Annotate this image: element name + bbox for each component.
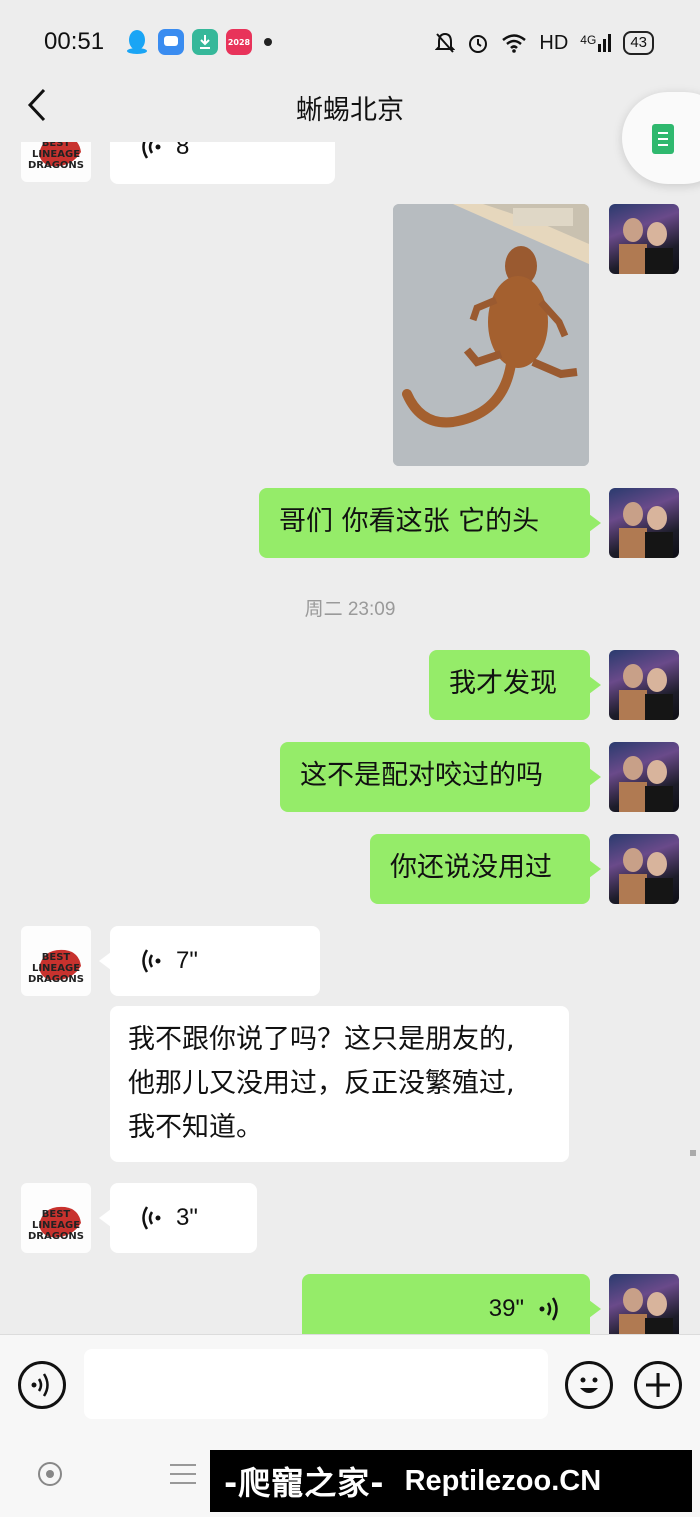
message-text: 哥们 你看这张 它的头 — [279, 506, 540, 537]
voice-wave-icon — [142, 949, 161, 973]
message-text: 我才发现 — [449, 668, 557, 699]
watermark-chinese: -爬寵之家- — [224, 1464, 385, 1502]
message-line: 我不知道。 — [128, 1112, 263, 1143]
avatar-photo — [619, 502, 673, 558]
voice-wave-icon — [31, 1373, 49, 1397]
home-button[interactable] — [38, 1462, 62, 1486]
status-indicators: HD 4G 43 — [435, 28, 654, 58]
status-app-icons: 2028 — [124, 28, 272, 56]
svg-text:BEST: BEST — [42, 952, 71, 963]
my-avatar[interactable] — [609, 1274, 679, 1334]
voice-message[interactable]: 7" — [99, 926, 320, 996]
message-text: 这不是配对咬过的吗 — [300, 760, 543, 791]
dragon-logo-icon: BEST LINEAGE DRAGONS — [28, 1206, 84, 1242]
svg-text:DRAGONS: DRAGONS — [28, 974, 84, 985]
message-text: 你还说没用过 — [390, 852, 552, 883]
scroll-indicator — [690, 1150, 696, 1156]
battery-indicator: 43 — [623, 31, 654, 55]
voice-message[interactable]: 3" — [99, 1183, 257, 1253]
svg-text:LINEAGE: LINEAGE — [32, 963, 80, 974]
svg-text:LINEAGE: LINEAGE — [32, 149, 80, 160]
incoming-text-message[interactable]: 我不跟你说了吗？这只是朋友的, 他那儿又没用过，反正没繁殖过, 我不知道。 — [110, 1006, 569, 1162]
cellular-signal-icon: 4G — [580, 34, 612, 52]
wifi-icon — [502, 34, 527, 53]
qq-icon — [124, 29, 150, 55]
news-app-icon: 2028 — [226, 29, 252, 55]
voice-wave-icon — [539, 1297, 558, 1321]
dragon-logo-icon: BEST LINEAGE DRAGONS — [28, 949, 84, 985]
alarm-icon — [469, 35, 488, 53]
svg-text:DRAGONS: DRAGONS — [28, 160, 84, 171]
smiley-icon — [580, 1377, 598, 1393]
watermark-banner: -爬寵之家- Reptilezoo.CN — [210, 1450, 692, 1512]
lizard-photo — [393, 204, 589, 466]
avatar-photo — [619, 1288, 673, 1334]
avatar-photo — [619, 848, 673, 904]
recent-apps-button[interactable] — [170, 1464, 196, 1484]
plus-icon — [646, 1373, 670, 1397]
message-line: 他那儿又没用过，反正没繁殖过, — [128, 1068, 515, 1099]
notification-dot — [264, 38, 272, 46]
outgoing-voice-message[interactable]: 39" — [302, 1274, 601, 1334]
svg-text:BEST: BEST — [42, 142, 71, 149]
voice-wave-icon — [142, 1206, 161, 1230]
chat-header: 蜥蜴北京 — [0, 68, 700, 142]
chat-title: 蜥蜴北京 — [296, 95, 404, 126]
contact-avatar[interactable]: BEST LINEAGE DRAGONS — [21, 142, 91, 182]
message-app-icon — [158, 29, 184, 55]
my-avatar[interactable] — [609, 650, 679, 720]
more-functions-button[interactable] — [634, 1361, 682, 1409]
outgoing-text-message[interactable]: 你还说没用过 — [370, 834, 601, 904]
my-avatar[interactable] — [609, 834, 679, 904]
contact-avatar[interactable]: BEST LINEAGE DRAGONS — [21, 1183, 91, 1253]
dragon-logo-icon: BEST LINEAGE DRAGONS — [28, 142, 84, 171]
svg-text:DRAGONS: DRAGONS — [28, 1231, 84, 1242]
my-avatar[interactable] — [609, 742, 679, 812]
download-icon — [192, 29, 218, 55]
chat-message-list[interactable]: BEST LINEAGE DRAGONS 8 哥们 你看这张 它的头 周二 23… — [0, 142, 700, 1334]
voice-duration: 8 — [176, 142, 190, 160]
watermark-site: Reptilezoo.CN — [404, 1464, 602, 1497]
voice-wave-icon — [142, 142, 161, 159]
mute-bell-icon — [435, 32, 456, 53]
message-line: 我不跟你说了吗？这只是朋友的, — [128, 1024, 515, 1055]
svg-text:LINEAGE: LINEAGE — [32, 1220, 80, 1231]
avatar-photo — [619, 664, 673, 720]
voice-duration: 39" — [488, 1295, 524, 1322]
my-avatar[interactable] — [609, 488, 679, 558]
avatar-photo — [619, 218, 673, 274]
outgoing-text-message[interactable]: 这不是配对咬过的吗 — [280, 742, 601, 812]
voice-input-button[interactable] — [18, 1361, 66, 1409]
svg-text:BEST: BEST — [42, 1209, 71, 1220]
outgoing-text-message[interactable]: 我才发现 — [429, 650, 601, 720]
voice-message[interactable]: 8 — [110, 142, 335, 184]
message-input[interactable] — [84, 1349, 548, 1419]
outgoing-text-message[interactable]: 哥们 你看这张 它的头 — [259, 488, 601, 558]
voice-duration: 3" — [176, 1204, 198, 1231]
avatar-photo — [619, 756, 673, 812]
hd-label: HD — [539, 31, 569, 54]
emoji-button[interactable] — [565, 1361, 613, 1409]
message-timestamp: 周二 23:09 — [304, 599, 396, 620]
image-message[interactable] — [393, 204, 589, 466]
voice-duration: 7" — [176, 947, 198, 974]
input-bar — [0, 1334, 700, 1434]
my-avatar[interactable] — [609, 204, 679, 274]
status-time: 00:51 — [44, 28, 105, 55]
contact-avatar[interactable]: BEST LINEAGE DRAGONS — [21, 926, 91, 996]
